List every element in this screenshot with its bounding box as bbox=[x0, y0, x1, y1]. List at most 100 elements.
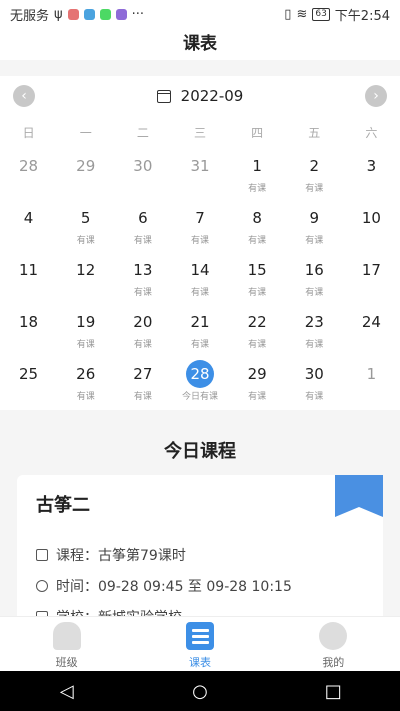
status-bar: 无服务 ψ ··· ▯ ≋ 63 下午2:54 bbox=[0, 0, 400, 28]
day-course-note: 有课 bbox=[305, 340, 324, 350]
calendar-day[interactable]: 18 bbox=[0, 304, 57, 356]
calendar-day[interactable]: 17 bbox=[343, 252, 400, 304]
day-course-note: 有课 bbox=[305, 184, 324, 194]
tab-mine[interactable]: 我的 bbox=[267, 617, 400, 671]
day-course-note: 有课 bbox=[248, 184, 267, 194]
calendar-icon[interactable] bbox=[156, 89, 171, 103]
calendar-day[interactable]: 28 bbox=[0, 148, 57, 200]
day-number: 30 bbox=[133, 157, 153, 175]
calendar-day[interactable]: 3 bbox=[343, 148, 400, 200]
calendar-day[interactable]: 16 有课 bbox=[286, 252, 343, 304]
calendar-day[interactable]: 31 bbox=[171, 148, 228, 200]
calendar-day[interactable]: 8 有课 bbox=[229, 200, 286, 252]
day-number: 26 bbox=[76, 365, 96, 383]
book-icon bbox=[36, 549, 48, 561]
calendar-day[interactable]: 6 有课 bbox=[114, 200, 171, 252]
day-number: 14 bbox=[190, 261, 210, 279]
calendar-day[interactable]: 1 bbox=[343, 356, 400, 408]
day-number: 19 bbox=[76, 313, 96, 331]
day-number: 15 bbox=[247, 261, 267, 279]
back-icon[interactable]: ◁ bbox=[52, 681, 82, 702]
calendar-day[interactable]: 7 有课 bbox=[171, 200, 228, 252]
bookmark-ribbon-icon bbox=[335, 475, 383, 517]
usb-icon: ψ bbox=[54, 6, 63, 22]
calendar-day[interactable]: 24 bbox=[343, 304, 400, 356]
weekday-label: 四 bbox=[251, 125, 264, 140]
day-course-note: 有课 bbox=[133, 392, 152, 402]
day-number: 20 bbox=[133, 313, 153, 331]
tab-class[interactable]: 班级 bbox=[0, 617, 133, 671]
class-icon bbox=[52, 622, 81, 650]
day-number: 5 bbox=[80, 209, 91, 227]
day-number: 7 bbox=[195, 209, 205, 227]
day-course-note: 今日有课 bbox=[181, 392, 218, 402]
calendar-day[interactable]: 21 有课 bbox=[171, 304, 228, 356]
time-label: 时间： bbox=[56, 579, 98, 595]
day-number: 22 bbox=[247, 313, 267, 331]
calendar-day[interactable]: 4 bbox=[0, 200, 57, 252]
mine-icon bbox=[319, 622, 348, 650]
next-month-button[interactable]: › bbox=[365, 85, 387, 107]
calendar: ‹ 2022-09 › 日一二三四五六 28 29 30 31 1 有课 2 有课 3 4 5 有课 6… bbox=[0, 76, 400, 410]
calendar-day[interactable]: 20 有课 bbox=[114, 304, 171, 356]
calendar-day[interactable]: 5 有课 bbox=[57, 200, 114, 252]
day-number: 10 bbox=[361, 209, 381, 227]
calendar-day[interactable]: 25 bbox=[0, 356, 57, 408]
calendar-day[interactable]: 12 bbox=[57, 252, 114, 304]
calendar-day[interactable]: 29 有课 bbox=[229, 356, 286, 408]
calendar-day[interactable]: 22 有课 bbox=[229, 304, 286, 356]
day-number: 8 bbox=[252, 209, 262, 227]
weekday-label: 日 bbox=[22, 125, 35, 140]
calendar-day[interactable]: 30 bbox=[114, 148, 171, 200]
day-number: 13 bbox=[133, 261, 153, 279]
day-course-note: 有课 bbox=[248, 236, 267, 246]
calendar-day[interactable]: 14 有课 bbox=[171, 252, 228, 304]
calendar-day[interactable]: 10 bbox=[343, 200, 400, 252]
calendar-day[interactable]: 1 有课 bbox=[229, 148, 286, 200]
bottom-tab-bar: 班级 课表 我的 bbox=[0, 616, 400, 671]
day-number: 18 bbox=[19, 313, 39, 331]
day-number: 21 bbox=[190, 313, 210, 331]
course-card[interactable]: 古筝二 课程：古筝第79课时 时间：09-28 09:45 至 09-28 10… bbox=[17, 475, 383, 635]
notification-app-icon bbox=[99, 8, 111, 20]
day-course-note: 有课 bbox=[190, 236, 209, 246]
carrier-text: 无服务 bbox=[10, 8, 50, 24]
calendar-day[interactable]: 15 有课 bbox=[229, 252, 286, 304]
day-course-note: 有课 bbox=[133, 236, 152, 246]
time-info-row: 时间：09-28 09:45 至 09-28 10:15 bbox=[36, 576, 292, 596]
tab-schedule-label: 课表 bbox=[188, 656, 211, 669]
recent-apps-icon[interactable]: □ bbox=[318, 681, 348, 702]
day-number: 11 bbox=[19, 261, 39, 279]
calendar-days-grid: 28 29 30 31 1 有课 2 有课 3 4 5 有课 6 有课 7 有课 8 有课 9 有课 10 11 12 13 有… bbox=[0, 148, 400, 408]
day-course-note: 有课 bbox=[76, 340, 95, 350]
calendar-day[interactable]: 13 有课 bbox=[114, 252, 171, 304]
calendar-day[interactable]: 19 有课 bbox=[57, 304, 114, 356]
day-number: 17 bbox=[361, 261, 381, 279]
weekday-label: 五 bbox=[308, 125, 321, 140]
calendar-day[interactable]: 2 有课 bbox=[286, 148, 343, 200]
schedule-icon bbox=[185, 622, 214, 650]
calendar-day[interactable]: 11 bbox=[0, 252, 57, 304]
home-icon[interactable]: ○ bbox=[185, 681, 215, 702]
calendar-day[interactable]: 29 bbox=[57, 148, 114, 200]
calendar-day[interactable]: 9 有课 bbox=[286, 200, 343, 252]
calendar-day[interactable]: 23 有课 bbox=[286, 304, 343, 356]
weekday-label: 二 bbox=[136, 125, 149, 140]
time-value: 09-28 09:45 至 09-28 10:15 bbox=[98, 579, 292, 595]
day-number: 3 bbox=[366, 157, 377, 175]
day-number: 29 bbox=[76, 157, 96, 175]
calendar-day[interactable]: 27 有课 bbox=[114, 356, 171, 408]
calendar-day[interactable]: 30 有课 bbox=[286, 356, 343, 408]
day-course-note: 有课 bbox=[305, 288, 324, 298]
day-course-note: 有课 bbox=[248, 340, 267, 350]
day-number: 29 bbox=[247, 365, 267, 383]
calendar-day[interactable]: 28 今日有课 bbox=[171, 356, 228, 408]
day-course-note: 有课 bbox=[190, 288, 209, 298]
current-month[interactable]: 2022-09 bbox=[181, 87, 244, 105]
notification-app-icon bbox=[83, 8, 95, 20]
prev-month-button[interactable]: ‹ bbox=[13, 85, 35, 107]
day-course-note: 有课 bbox=[76, 236, 95, 246]
day-number: 16 bbox=[304, 261, 324, 279]
tab-schedule[interactable]: 课表 bbox=[133, 617, 266, 671]
calendar-day[interactable]: 26 有课 bbox=[57, 356, 114, 408]
